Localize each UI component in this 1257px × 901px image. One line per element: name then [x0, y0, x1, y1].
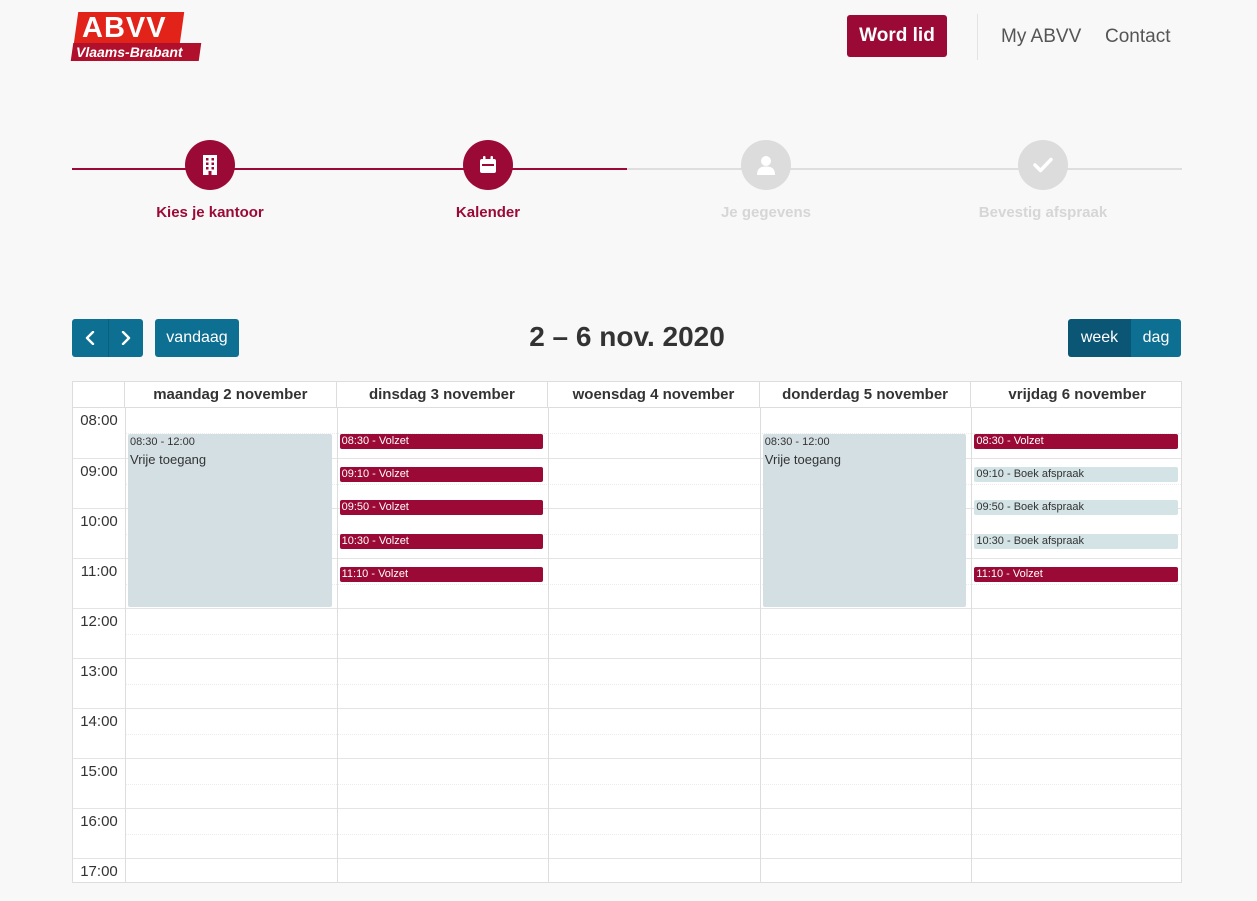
book-slot-button[interactable]: 09:50 - Boek afspraak [974, 500, 1178, 516]
time-axis-header [73, 382, 125, 407]
day-header-friday: vrijdag 6 november [1008, 386, 1146, 403]
calendar-header: maandag 2 november dinsdag 3 november wo… [73, 382, 1181, 408]
availability-block[interactable]: 08:30 - 12:00 Vrije toegang [128, 434, 332, 607]
view-day-button[interactable]: dag [1131, 319, 1181, 357]
full-slot: 10:30 - Volzet [339, 533, 544, 549]
step-je-gegevens[interactable]: Je gegevens [666, 140, 866, 221]
day-header-monday: maandag 2 november [125, 382, 337, 407]
nav-contact[interactable]: Contact [1105, 26, 1170, 48]
view-week-button[interactable]: week [1068, 319, 1131, 357]
hour-label: 09:00 [80, 463, 118, 480]
calendar-body: 08:00 09:00 10:00 11:00 12:00 13:00 14:00 15:00… [73, 408, 1181, 882]
step-label: Bevestig afspraak [978, 204, 1108, 221]
block-title: Vrije toegang [764, 452, 841, 467]
calendar-icon [480, 156, 496, 173]
progress-stepper: Kies je kantoor Kalender Je gegevens Bev… [72, 140, 1182, 230]
full-slot: 11:10 - Volzet [974, 566, 1178, 582]
book-slot-button[interactable]: 10:30 - Boek afspraak [974, 533, 1178, 549]
site-header: ABVV Vlaams-Brabant Word lid My ABVV Con… [0, 0, 1257, 80]
calendar-toolbar: vandaag 2 – 6 nov. 2020 week dag [72, 319, 1182, 357]
hour-label: 12:00 [80, 613, 118, 630]
hour-label: 13:00 [80, 663, 118, 680]
day-column[interactable] [548, 408, 760, 882]
next-week-button[interactable] [108, 319, 143, 357]
full-slot: 11:10 - Volzet [339, 566, 544, 582]
day-header-wednesday: woensdag 4 november [548, 382, 760, 407]
step-bevestig-afspraak[interactable]: Bevestig afspraak [943, 140, 1143, 221]
building-icon [203, 155, 217, 175]
step-kies-je-kantoor[interactable]: Kies je kantoor [110, 140, 310, 221]
book-slot-button[interactable]: 09:10 - Boek afspraak [974, 466, 1178, 482]
logo-top-text: ABVV [82, 12, 167, 44]
step-circle [185, 140, 235, 190]
hour-label: 08:00 [80, 412, 118, 429]
prev-week-button[interactable] [72, 319, 108, 357]
chevron-left-icon [85, 331, 95, 345]
full-slot: 09:50 - Volzet [339, 500, 544, 516]
hour-label: 16:00 [80, 813, 118, 830]
check-icon [1033, 157, 1053, 173]
hour-label: 17:00 [80, 863, 118, 880]
hour-label: 15:00 [80, 763, 118, 780]
calendar-range-text: 2 – 6 nov. 2020 [529, 321, 725, 352]
step-circle [741, 140, 791, 190]
step-circle [463, 140, 513, 190]
step-label: Je gegevens [720, 204, 812, 221]
full-slot: 08:30 - Volzet [339, 433, 544, 449]
day-header-tuesday: dinsdag 3 november [337, 382, 549, 407]
hour-label: 10:00 [80, 513, 118, 530]
full-slot: 09:10 - Volzet [339, 466, 544, 482]
block-title: Vrije toegang [130, 452, 207, 467]
block-time: 08:30 - 12:00 [764, 436, 830, 448]
step-circle [1018, 140, 1068, 190]
word-lid-button[interactable]: Word lid [847, 15, 947, 57]
nav-my-abvv[interactable]: My ABVV [1001, 26, 1081, 48]
abvv-logo[interactable]: ABVV Vlaams-Brabant [70, 12, 202, 62]
header-divider [977, 14, 978, 60]
today-button[interactable]: vandaag [155, 319, 239, 357]
user-icon [757, 156, 775, 175]
chevron-right-icon [121, 331, 131, 345]
block-time: 08:30 - 12:00 [130, 436, 195, 448]
week-calendar: maandag 2 november dinsdag 3 november wo… [72, 381, 1182, 883]
day-header-thursday: donderdag 5 november [760, 382, 972, 407]
step-label: Kies je kantoor [156, 204, 264, 221]
logo-bottom-text: Vlaams-Brabant [76, 44, 183, 60]
step-kalender[interactable]: Kalender [388, 140, 588, 221]
full-slot: 08:30 - Volzet [974, 433, 1178, 449]
hour-label: 14:00 [80, 713, 118, 730]
hour-label: 11:00 [80, 563, 118, 580]
step-label: Kalender [455, 204, 521, 221]
availability-block[interactable]: 08:30 - 12:00 Vrije toegang [762, 434, 967, 607]
